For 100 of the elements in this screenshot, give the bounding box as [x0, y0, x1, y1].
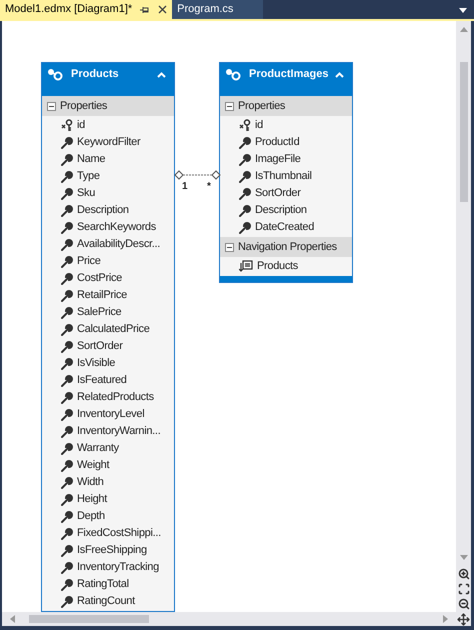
horizontal-scrollbar[interactable] [2, 612, 456, 626]
wrench-icon [61, 340, 73, 352]
close-icon[interactable] [158, 5, 168, 14]
property-name: Price [77, 254, 101, 270]
wrench-icon [239, 154, 251, 166]
wrench-icon [61, 290, 73, 302]
property-name: Weight [77, 458, 110, 474]
multiplicity-label: * [207, 180, 211, 194]
pin-icon[interactable] [140, 6, 150, 14]
section-header[interactable]: Properties [42, 96, 174, 116]
property-name: Warranty [77, 441, 119, 456]
dropdown-arrow-icon[interactable] [459, 8, 467, 13]
property-name: IsFreeShipping [77, 543, 147, 558]
wrench-icon [239, 204, 251, 216]
key-icon [61, 119, 73, 132]
property-name: Sku [77, 186, 96, 202]
property-name: Description [77, 203, 129, 218]
section-header[interactable]: Properties [220, 96, 352, 116]
zoom-in-icon[interactable] [458, 568, 470, 580]
multiplicity-label: 1 [182, 180, 188, 194]
scroll-thumb[interactable] [29, 615, 149, 623]
property-name: Depth [77, 509, 105, 524]
wrench-icon [61, 442, 73, 454]
scroll-thumb[interactable] [460, 62, 468, 202]
property-name: InventoryLevel [77, 407, 144, 422]
collapse-icon[interactable] [225, 102, 234, 110]
property-name: InventoryWarnin... [77, 424, 160, 440]
entity-icon [225, 68, 241, 81]
wrench-icon [61, 136, 73, 148]
chevron-up-icon[interactable] [335, 72, 344, 78]
property-name: Type [77, 169, 100, 184]
property-name: IsFeatured [77, 373, 127, 388]
property-name: RatingTotal [77, 577, 129, 592]
zoom-out-icon[interactable] [458, 598, 470, 610]
property-name: id [77, 118, 85, 134]
wrench-icon [61, 238, 73, 250]
wrench-icon [61, 426, 73, 438]
wrench-icon [61, 154, 73, 166]
wrench-icon [239, 170, 251, 182]
entity-box[interactable]: ProductImages Properties id ProductId ImageFile IsThumbnail SortOrder Description DateCreated Navigation Properties Products [219, 62, 353, 283]
wrench-icon [61, 222, 73, 234]
entity-title: ProductImages [249, 67, 328, 82]
wrench-icon [61, 408, 73, 420]
property-name: SortOrder [255, 186, 301, 202]
wrench-icon [61, 596, 73, 608]
wrench-icon [61, 392, 73, 404]
property-name: CostPrice [77, 271, 122, 286]
property-name: Products [257, 259, 298, 274]
wrench-icon [61, 510, 73, 522]
vertical-scrollbar[interactable] [456, 21, 471, 612]
property-name: RetailPrice [77, 288, 127, 304]
document-tab[interactable]: Program.cs [172, 0, 264, 19]
property-name: AvailabilityDescr... [77, 237, 160, 252]
section-header[interactable]: Navigation Properties [220, 237, 352, 257]
property-name: id [255, 118, 263, 134]
wrench-icon [61, 494, 73, 506]
wrench-icon [61, 188, 73, 200]
property-name: IsVisible [77, 356, 116, 372]
property-name: RatingCount [77, 594, 135, 610]
collapse-icon[interactable] [225, 242, 234, 252]
pan-icon[interactable] [457, 612, 470, 626]
wrench-icon [239, 136, 251, 148]
property-name: CalculatedPrice [77, 322, 150, 338]
wrench-icon [61, 358, 73, 370]
wrench-icon [61, 170, 73, 182]
entity-box[interactable] [41, 62, 175, 612]
wrench-icon [239, 188, 251, 200]
diagram-canvas[interactable] [2, 21, 456, 612]
association-line[interactable] [174, 169, 221, 181]
wrench-icon [61, 528, 73, 540]
wrench-icon [61, 578, 73, 590]
wrench-icon [61, 324, 73, 336]
property-name: ProductId [255, 135, 300, 150]
property-name: SalePrice [77, 305, 122, 320]
property-name: KeywordFilter [77, 135, 140, 150]
entity-icon [47, 68, 63, 81]
property-name: Name [77, 152, 106, 168]
document-tab[interactable]: Model1.edmx [Diagram1]* [0, 0, 172, 19]
property-name: Description [255, 203, 307, 218]
wrench-icon [61, 476, 73, 488]
wrench-icon [61, 544, 73, 556]
wrench-icon [61, 460, 73, 472]
zoom-to-fit-icon[interactable] [458, 583, 470, 595]
property-name: RelatedProducts [77, 390, 154, 406]
collapse-icon[interactable] [47, 102, 56, 110]
property-name: SearchKeywords [77, 220, 156, 236]
property-name: Width [77, 475, 104, 490]
wrench-icon [61, 306, 73, 318]
property-name: SortOrder [77, 339, 123, 354]
key-icon [239, 119, 251, 132]
entity-title: Products [71, 67, 119, 82]
property-name: ImageFile [255, 152, 301, 168]
navigation-property-icon [239, 260, 253, 273]
property-name: InventoryTracking [77, 560, 159, 576]
wrench-icon [239, 222, 251, 234]
wrench-icon [61, 256, 73, 268]
property-name: IsThumbnail [255, 169, 312, 184]
property-name: Height [77, 492, 107, 508]
chevron-up-icon[interactable] [157, 72, 166, 78]
wrench-icon [61, 562, 73, 574]
